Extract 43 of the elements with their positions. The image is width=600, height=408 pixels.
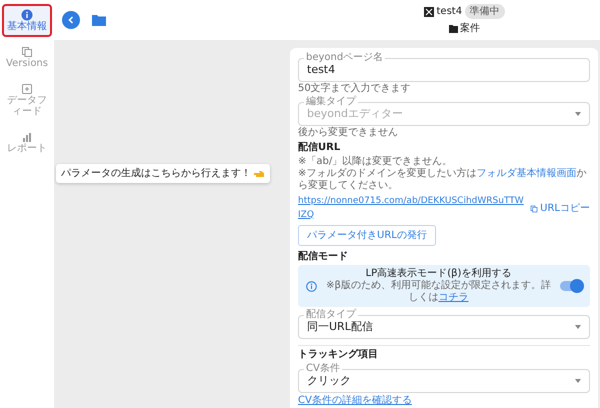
- folder-label: 案件: [460, 22, 480, 36]
- info-icon: [21, 9, 33, 21]
- helper-text: 50文字まで入力できます: [298, 83, 412, 95]
- field-label: 配信タイプ: [304, 309, 358, 321]
- alert-title: LP高速表示モード(β)を利用する: [364, 268, 512, 280]
- field-label: CV条件: [304, 363, 342, 375]
- back-button[interactable]: [62, 11, 80, 29]
- folder-icon: [92, 14, 106, 26]
- tooltip-text: パラメータの生成はこちらから行えます！: [61, 166, 251, 181]
- cv-details-link[interactable]: CV条件の詳細を確認する: [298, 393, 412, 408]
- folder-settings-link[interactable]: フォルダ基本情報画面: [476, 168, 576, 179]
- note-text: ※フォルダのドメインを変更したい方はフォルダ基本情報画面から変更してください。: [298, 168, 588, 192]
- details-link[interactable]: コチラ: [438, 292, 468, 303]
- dropdown-caret-icon: [575, 112, 581, 116]
- copy-icon: [21, 46, 33, 58]
- status-badge: 準備中: [464, 4, 505, 19]
- copy-icon: [530, 204, 538, 212]
- dropdown-caret-icon: [575, 379, 581, 383]
- url-link[interactable]: https://nonne0715.com/ab/DEKKUSCihdWRSuTTWIZQ: [298, 195, 524, 222]
- toggle-switch[interactable]: [560, 281, 582, 291]
- note-text: ※「ab/」以降は変更できません。: [298, 156, 454, 168]
- folder-icon: [448, 24, 458, 32]
- info-icon: [306, 280, 317, 292]
- sidebar-item[interactable]: レポート: [2, 126, 52, 159]
- section-heading: トラッキング項目: [298, 349, 379, 361]
- field-label: beyondページ名: [304, 52, 386, 64]
- alert-note: ※β版のため、利用可能な設定が限定されます。詳しくはコチラ: [325, 280, 552, 304]
- issue-param-url-button[interactable]: パラメータ付きURLの発行: [298, 225, 436, 246]
- dropdown-caret-icon: [575, 325, 581, 329]
- sidebar-item[interactable]: データフィード: [2, 78, 52, 122]
- page-title: test4: [436, 5, 462, 19]
- chevron-left-icon: [67, 16, 75, 24]
- bar-chart-icon: [21, 131, 33, 143]
- pointing-hand-icon: [254, 170, 265, 178]
- logo-icon: [424, 6, 434, 16]
- section-heading: 配信モード: [298, 251, 349, 263]
- helper-text: 後から変更できません: [298, 127, 399, 139]
- square-plus-icon: [21, 83, 33, 95]
- copy-url-button[interactable]: URLコピー: [530, 201, 590, 216]
- sidebar-item[interactable]: Versions: [2, 41, 52, 74]
- section-heading: 配信URL: [298, 142, 342, 154]
- field-label: 編集タイプ: [304, 96, 358, 108]
- sidebar-item[interactable]: 基本情報: [2, 4, 52, 37]
